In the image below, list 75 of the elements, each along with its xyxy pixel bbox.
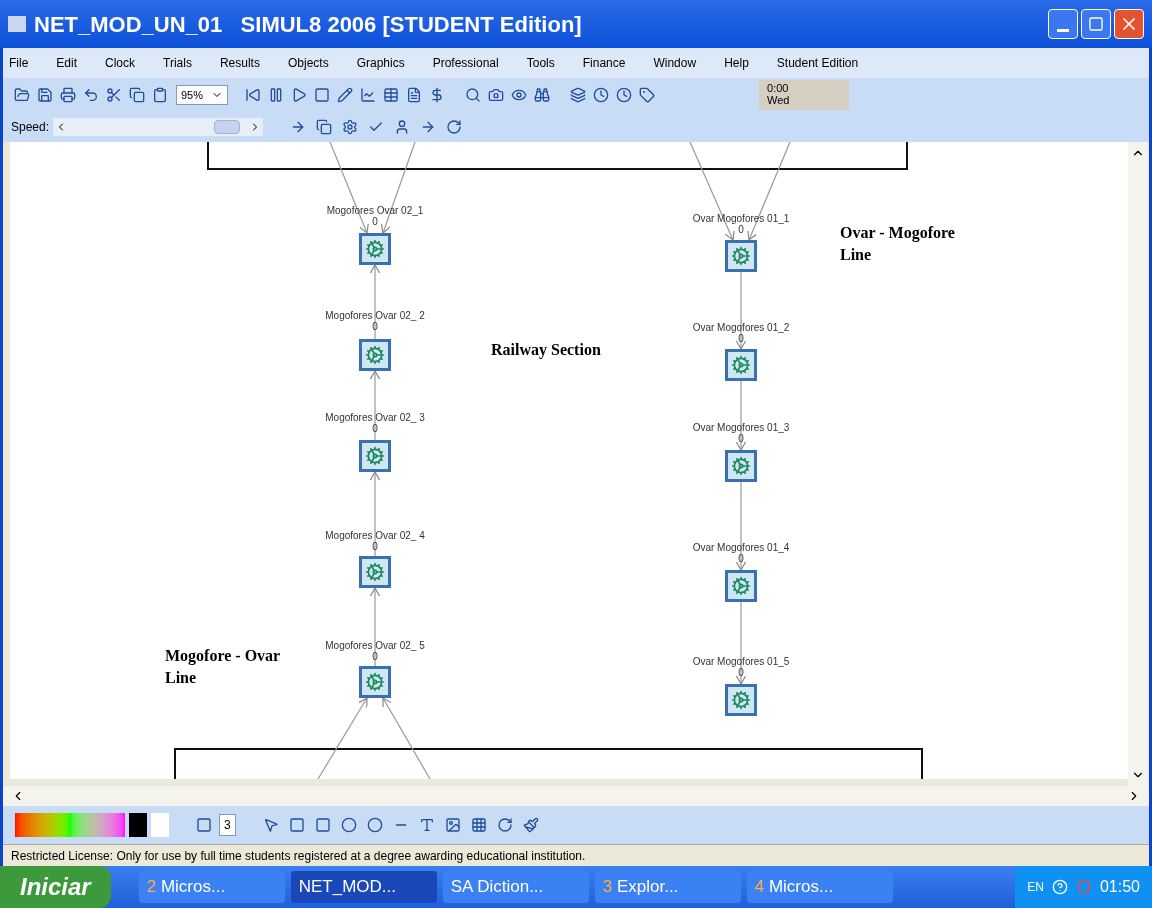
language-indicator: EN <box>1027 879 1044 896</box>
menu-item[interactable]: Clock <box>105 54 136 72</box>
menu-item[interactable]: Student Edition <box>776 54 859 72</box>
maximize-button[interactable] <box>1081 9 1111 39</box>
clock-day: Wed <box>767 94 842 106</box>
menu-item[interactable]: Edit <box>56 54 78 72</box>
node-count: 0 <box>738 668 744 678</box>
node-count: 0 <box>371 424 379 434</box>
speed-label: Speed: <box>11 119 50 136</box>
status-text: Restricted License: Only for use by full time students registered at a degree awarding educational institution. <box>11 847 586 865</box>
node-count: 0 <box>738 434 744 444</box>
node-label: Mogofores Ovar 02_ 3 <box>324 413 426 423</box>
canvas-label: Mogofore - Ovar Line <box>165 646 281 688</box>
help-icon <box>1051 879 1068 895</box>
taskbar-button[interactable]: 3 Explor... <box>594 871 741 903</box>
node-count: 0 <box>371 542 379 552</box>
activity-node[interactable] <box>725 450 757 482</box>
activity-node[interactable] <box>725 349 757 381</box>
activity-node[interactable] <box>359 556 391 588</box>
node-count: 0 <box>372 217 379 227</box>
activity-node[interactable] <box>359 339 391 371</box>
menu-item[interactable]: Graphics <box>356 54 405 72</box>
taskbar-button[interactable]: NET_MOD... <box>290 871 437 903</box>
app-icon <box>8 16 26 32</box>
activity-node[interactable] <box>359 233 391 265</box>
color-swatch[interactable] <box>129 813 147 837</box>
window-title: NET_MOD_UN_01 SIMUL8 2006 [STUDENT Edition] <box>34 10 582 39</box>
menu-item[interactable]: Tools <box>526 54 555 72</box>
horizontal-scrollbar[interactable] <box>3 786 1149 806</box>
maximize-icon <box>1088 16 1104 32</box>
activity-node[interactable] <box>359 666 391 698</box>
canvas-label: Railway Section <box>491 340 601 361</box>
node-count: 0 <box>371 652 379 662</box>
node-label: Ovar Mogofores 01_1 <box>691 214 791 224</box>
color-palette[interactable] <box>15 813 125 837</box>
activity-node[interactable] <box>725 684 757 716</box>
node-count: 0 <box>738 554 744 564</box>
node-label: Mogofores Ovar 02_ 4 <box>324 531 426 541</box>
node-label: Mogofores Ovar 02_ 5 <box>324 641 426 651</box>
shield-icon <box>1075 879 1092 895</box>
taskbar-button[interactable]: 2 Micros... <box>138 871 285 903</box>
vertical-scrollbar[interactable] <box>1128 142 1148 786</box>
node-count: 0 <box>738 334 744 344</box>
node-label: Mogofores Ovar 02_ 2 <box>324 311 426 321</box>
menu-item[interactable]: Trials <box>163 54 192 72</box>
activity-node[interactable] <box>725 570 757 602</box>
menu-item[interactable]: Objects <box>287 54 329 72</box>
menu-item[interactable]: Help <box>724 54 749 72</box>
minimize-button[interactable] <box>1048 9 1078 39</box>
close-button[interactable] <box>1114 9 1144 39</box>
taskbar-button[interactable]: 4 Micros... <box>746 871 893 903</box>
start-button[interactable]: Iniciar <box>0 866 111 908</box>
menu-item[interactable]: Professional <box>432 54 499 72</box>
zoom-dropdown[interactable]: 95% <box>176 85 229 105</box>
speed-slider-thumb[interactable] <box>214 120 241 134</box>
activity-node[interactable] <box>359 440 391 472</box>
line-width-spinner[interactable]: 3 <box>219 814 236 836</box>
clock: 01:50 <box>1099 877 1140 897</box>
minimize-icon <box>1057 29 1069 32</box>
node-count: 0 <box>371 322 379 332</box>
node-count: 0 <box>738 225 744 235</box>
taskbar-button[interactable]: SA Diction... <box>442 871 589 903</box>
clock-time: 0:00 <box>767 82 790 94</box>
canvas-label: Ovar - Mogofore Line <box>840 223 956 265</box>
activity-node[interactable] <box>725 240 757 272</box>
menu-item[interactable]: Window <box>653 54 697 72</box>
node-label: Ovar Mogofores 01_3 <box>691 423 791 433</box>
node-label: Ovar Mogofores 01_5 <box>691 657 791 667</box>
color-swatch[interactable] <box>151 813 169 837</box>
node-label: Ovar Mogofores 01_2 <box>691 323 791 333</box>
menu-item[interactable]: Results <box>219 54 260 72</box>
node-label: Ovar Mogofores 01_4 <box>691 543 791 553</box>
node-label: Mogofores Ovar 02_1 <box>325 206 425 216</box>
menu-item[interactable]: Finance <box>582 54 626 72</box>
menu-item[interactable]: File <box>9 54 29 72</box>
